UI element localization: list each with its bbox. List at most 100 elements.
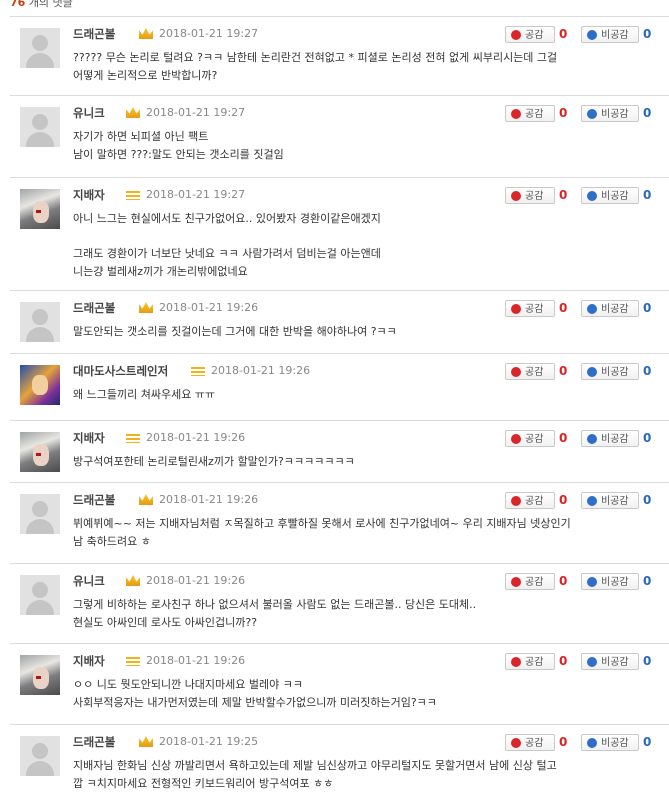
comment-date: 2018-01-21 19:27 xyxy=(146,188,246,201)
like-button[interactable]: 공감 xyxy=(505,363,555,380)
comment-author[interactable]: 지배자 xyxy=(73,430,105,446)
dislike-button[interactable]: 비공감 xyxy=(581,430,639,447)
comment-author[interactable]: 지배자 xyxy=(73,653,105,669)
dislike-label: 비공감 xyxy=(601,304,629,315)
dislike-label: 비공감 xyxy=(601,109,629,120)
dislike-button[interactable]: 비공감 xyxy=(581,26,639,43)
dislike-count: 0 xyxy=(643,364,652,378)
crown-icon xyxy=(126,107,140,118)
comment-item: 드래곤볼 2018-01-21 19:27 공감 0 비공감 0????? 무슨 논리로 … xyxy=(10,16,669,96)
dislike-count: 0 xyxy=(643,301,652,315)
avatar[interactable] xyxy=(20,432,60,472)
like-label: 공감 xyxy=(525,738,544,749)
like-button[interactable]: 공감 xyxy=(505,734,555,751)
like-button[interactable]: 공감 xyxy=(505,653,555,670)
dislike-button[interactable]: 비공감 xyxy=(581,187,639,204)
dislike-button[interactable]: 비공감 xyxy=(581,105,639,122)
dislike-count: 0 xyxy=(643,493,652,507)
like-label: 공감 xyxy=(525,657,544,668)
bars-icon xyxy=(126,657,140,666)
like-count: 0 xyxy=(559,735,568,749)
like-label: 공감 xyxy=(525,577,544,588)
comment-author[interactable]: 드래곤볼 xyxy=(73,492,115,508)
frown-icon xyxy=(587,738,597,748)
avatar[interactable] xyxy=(20,189,60,229)
comment-item: 드래곤볼 2018-01-21 19:25 공감 0 비공감 0 지배자님 한화님 신상 까… xyxy=(10,724,669,805)
comment-item: 지배자 2018-01-21 19:27 공감 0 비공감 0 아니 느그는 현실에서도 친… xyxy=(10,177,669,291)
dislike-button[interactable]: 비공감 xyxy=(581,492,639,509)
like-label: 공감 xyxy=(525,191,544,202)
dislike-button[interactable]: 비공감 xyxy=(581,300,639,317)
comment-date: 2018-01-21 19:26 xyxy=(211,364,311,377)
comment-text: ㅇㅇ 니도 뭣도안되니깐 나대지마세요 벌레야 ㅋㅋ 사회부적응자는 내가먼저였… xyxy=(73,678,437,709)
smile-icon xyxy=(511,191,521,201)
dislike-label: 비공감 xyxy=(601,496,629,507)
like-label: 공감 xyxy=(525,496,544,507)
avatar[interactable] xyxy=(20,365,60,405)
like-button[interactable]: 공감 xyxy=(505,430,555,447)
comment-date: 2018-01-21 19:26 xyxy=(146,574,246,587)
smile-icon xyxy=(511,738,521,748)
dislike-count: 0 xyxy=(643,27,652,41)
like-count: 0 xyxy=(559,654,568,668)
like-button[interactable]: 공감 xyxy=(505,492,555,509)
like-label: 공감 xyxy=(525,304,544,315)
comment-text: 왜 느그들끼리 쳐싸우세요 ㅠㅠ xyxy=(73,388,216,401)
comment-count-label: 개의 댓글 xyxy=(28,0,73,9)
frown-icon xyxy=(587,496,597,506)
frown-icon xyxy=(587,434,597,444)
comment-date: 2018-01-21 19:26 xyxy=(146,431,246,444)
like-label: 공감 xyxy=(525,367,544,378)
dislike-button[interactable]: 비공감 xyxy=(581,363,639,380)
dislike-label: 비공감 xyxy=(601,577,629,588)
comment-item: 유니크 2018-01-21 19:27 공감 0 비공감 0 자기가 하면 뇌피셜 아닌 … xyxy=(10,95,669,178)
avatar[interactable] xyxy=(20,736,60,776)
comment-text: 말도안되는 갯소리를 짓걸이는데 그거에 대한 반박을 해야하나여 ?ㅋㅋ xyxy=(73,325,397,338)
avatar[interactable] xyxy=(20,302,60,342)
like-button[interactable]: 공감 xyxy=(505,105,555,122)
like-count: 0 xyxy=(559,188,568,202)
like-button[interactable]: 공감 xyxy=(505,187,555,204)
dislike-label: 비공감 xyxy=(601,434,629,445)
smile-icon xyxy=(511,367,521,377)
comment-text: 자기가 하면 뇌피셜 아닌 팩트 남이 말하면 ???:말도 안되는 갯소리를 … xyxy=(73,130,284,161)
frown-icon xyxy=(587,109,597,119)
avatar[interactable] xyxy=(20,107,60,147)
comment-text: 아니 느그는 현실에서도 친구가없어요.. 있어봤자 경환이같은애겠지 그래도 … xyxy=(73,212,381,278)
comment-author[interactable]: 드래곤볼 xyxy=(73,300,115,316)
comment-item: 드래곤볼 2018-01-21 19:26 공감 0 비공감 0 말도안되는 갯소리를 짓걸… xyxy=(10,290,669,354)
dislike-count: 0 xyxy=(643,431,652,445)
like-button[interactable]: 공감 xyxy=(505,573,555,590)
dislike-button[interactable]: 비공감 xyxy=(581,573,639,590)
comment-author[interactable]: 지배자 xyxy=(73,187,105,203)
avatar[interactable] xyxy=(20,655,60,695)
frown-icon xyxy=(587,657,597,667)
like-label: 공감 xyxy=(525,109,544,120)
avatar[interactable] xyxy=(20,575,60,615)
comment-count: 76 xyxy=(10,0,26,9)
like-label: 공감 xyxy=(525,30,544,41)
avatar[interactable] xyxy=(20,28,60,68)
like-button[interactable]: 공감 xyxy=(505,26,555,43)
frown-icon xyxy=(587,577,597,587)
comment-author[interactable]: 유니크 xyxy=(73,105,105,121)
like-count: 0 xyxy=(559,574,568,588)
dislike-count: 0 xyxy=(643,735,652,749)
avatar[interactable] xyxy=(20,494,60,534)
crown-icon xyxy=(139,28,153,39)
comment-text: 뷔예뷔예~~ 저는 지배자님처럼 ㅈ목질하고 후빨하질 못해서 로사에 친구가없… xyxy=(73,517,571,548)
dislike-count: 0 xyxy=(643,574,652,588)
dislike-button[interactable]: 비공감 xyxy=(581,734,639,751)
comment-count-header: 76 개의 댓글 xyxy=(0,0,669,10)
bars-icon xyxy=(191,367,205,376)
comment-author[interactable]: 드래곤볼 xyxy=(73,26,115,42)
comment-author[interactable]: 유니크 xyxy=(73,573,105,589)
comment-author[interactable]: 대마도사스트레인저 xyxy=(73,363,168,379)
like-count: 0 xyxy=(559,431,568,445)
like-button[interactable]: 공감 xyxy=(505,300,555,317)
dislike-label: 비공감 xyxy=(601,191,629,202)
dislike-count: 0 xyxy=(643,188,652,202)
comment-author[interactable]: 드래곤볼 xyxy=(73,734,115,750)
dislike-button[interactable]: 비공감 xyxy=(581,653,639,670)
like-count: 0 xyxy=(559,106,568,120)
